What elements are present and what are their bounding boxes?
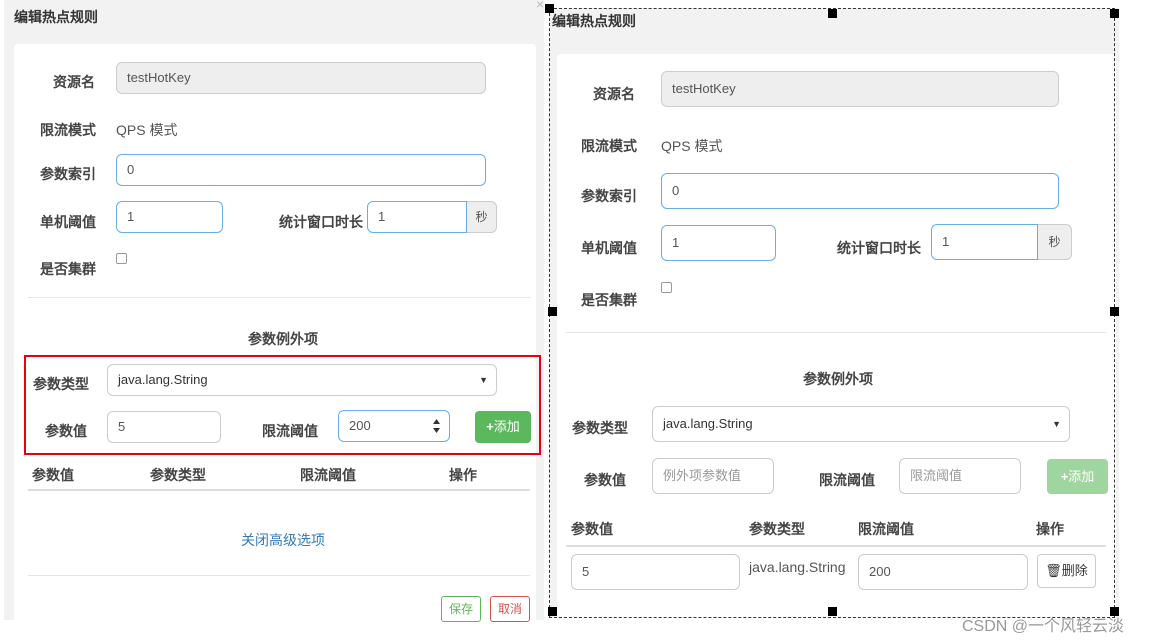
left-cluster-checkbox[interactable]	[116, 253, 127, 264]
right-param-type-label: 参数类型	[572, 420, 628, 436]
spinner-arrows-icon[interactable]	[432, 418, 441, 434]
left-add-label: 添加	[493, 419, 520, 434]
chevron-down-icon: ▼	[1052, 419, 1061, 429]
resize-handle-bm[interactable]	[828, 607, 837, 616]
left-limit-input[interactable]: 200	[338, 410, 450, 442]
close-icon[interactable]: ×	[536, 0, 544, 12]
right-window-input[interactable]: 1	[931, 224, 1038, 260]
resize-handle-mr[interactable]	[1110, 307, 1119, 316]
right-th-param-value: 参数值	[571, 521, 613, 537]
close-advanced-link[interactable]: 关闭高级选项	[241, 530, 325, 550]
left-param-type-value: java.lang.String	[118, 372, 208, 387]
left-mode-value: QPS 模式	[116, 122, 178, 138]
right-add-label: 添加	[1068, 469, 1095, 484]
right-divider	[566, 332, 1106, 333]
resize-handle-tl[interactable]	[545, 4, 554, 13]
chevron-down-icon: ▼	[479, 375, 488, 385]
right-threshold-label: 单机阈值	[581, 240, 637, 256]
left-param-value-input[interactable]: 5	[107, 411, 221, 443]
left-window-unit: 秒	[467, 201, 497, 233]
right-mode-value: QPS 模式	[661, 138, 723, 154]
left-table-header-line	[28, 489, 530, 491]
right-row-param-type: java.lang.String	[749, 559, 846, 575]
resize-handle-tm[interactable]	[828, 9, 837, 18]
right-th-action: 操作	[1036, 521, 1064, 537]
left-resource-label: 资源名	[53, 74, 95, 90]
right-threshold-input[interactable]: 1	[661, 225, 776, 261]
right-th-limit: 限流阈值	[858, 521, 914, 537]
left-th-param-type: 参数类型	[150, 467, 206, 483]
right-param-value-label: 参数值	[584, 472, 626, 488]
right-add-button[interactable]: +添加	[1047, 459, 1108, 494]
right-th-param-type: 参数类型	[749, 521, 805, 537]
left-param-value-label: 参数值	[45, 423, 87, 439]
left-th-param-value: 参数值	[32, 467, 74, 483]
watermark: CSDN @一个风轻云淡	[962, 618, 1125, 635]
resize-handle-bl[interactable]	[548, 607, 557, 616]
right-cluster-checkbox[interactable]	[661, 282, 672, 293]
left-param-index-label: 参数索引	[40, 166, 96, 182]
left-threshold-input[interactable]: 1	[116, 201, 223, 233]
delete-label: 删除	[1061, 563, 1088, 578]
left-add-button[interactable]: +添加	[475, 411, 531, 443]
left-limit-value: 200	[349, 418, 371, 433]
left-threshold-label: 单机阈值	[40, 214, 96, 230]
left-th-limit: 限流阈值	[300, 467, 356, 483]
right-param-type-select[interactable]: java.lang.String ▼	[652, 406, 1070, 442]
save-button[interactable]: 保存	[441, 596, 481, 622]
cancel-button[interactable]: 取消	[490, 596, 530, 622]
right-param-index-input[interactable]: 0	[661, 173, 1059, 209]
left-exception-title: 参数例外项	[248, 331, 318, 347]
right-resource-field: testHotKey	[661, 71, 1059, 107]
right-limit-label: 限流阈值	[819, 472, 875, 488]
right-resource-label: 资源名	[593, 86, 635, 102]
right-param-value-input[interactable]: 例外项参数值	[652, 458, 774, 494]
left-window-label: 统计窗口时长	[279, 214, 363, 230]
right-cluster-label: 是否集群	[581, 292, 637, 308]
trash-icon: 🗑	[1045, 563, 1062, 578]
right-window-unit: 秒	[1038, 224, 1072, 260]
delete-button[interactable]: 🗑删除	[1037, 554, 1096, 588]
left-th-action: 操作	[449, 467, 477, 483]
resize-handle-tr[interactable]	[1110, 9, 1119, 18]
left-param-type-select[interactable]: java.lang.String ▼	[107, 364, 497, 396]
right-limit-input[interactable]: 限流阈值	[899, 458, 1021, 494]
left-dialog-title: 编辑热点规则	[14, 9, 98, 25]
right-row-param-value-input[interactable]: 5	[571, 554, 740, 590]
right-table-header-line	[566, 545, 1106, 547]
left-window-input[interactable]: 1	[367, 201, 467, 233]
right-exception-title: 参数例外项	[803, 371, 873, 387]
right-param-type-value: java.lang.String	[663, 416, 753, 431]
right-row-limit-input[interactable]: 200	[858, 554, 1028, 590]
right-window-label: 统计窗口时长	[837, 240, 921, 256]
left-limit-label: 限流阈值	[262, 423, 318, 439]
resize-handle-ml[interactable]	[548, 307, 557, 316]
left-param-index-input[interactable]: 0	[116, 154, 486, 186]
left-divider-1	[28, 297, 530, 298]
left-resource-field: testHotKey	[116, 62, 486, 94]
left-cluster-label: 是否集群	[40, 261, 96, 277]
right-mode-label: 限流模式	[581, 138, 637, 154]
plus-icon: +	[486, 419, 494, 434]
left-param-type-label: 参数类型	[33, 376, 89, 392]
left-divider-2	[28, 575, 530, 576]
left-mode-label: 限流模式	[40, 122, 96, 138]
right-param-index-label: 参数索引	[581, 188, 637, 204]
